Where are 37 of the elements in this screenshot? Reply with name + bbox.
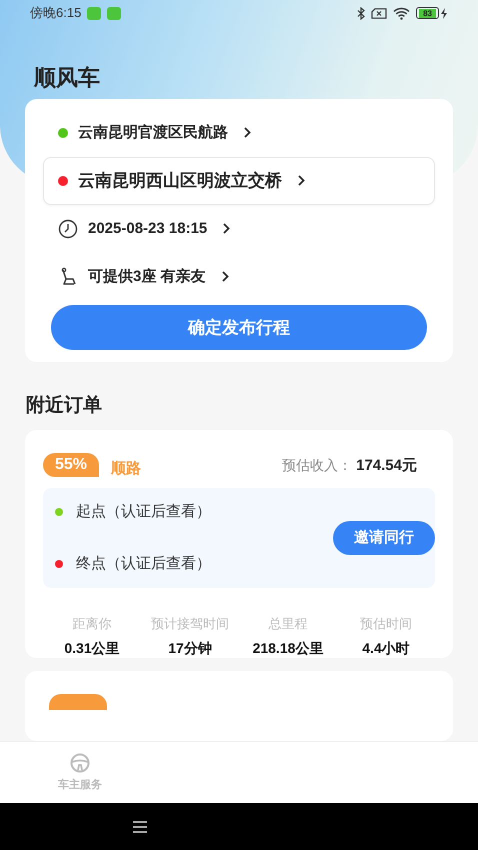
menu-icon[interactable]: [133, 820, 147, 832]
stat-label: 预估时间: [360, 614, 412, 633]
trip-field[interactable]: 云南昆明西山区明波立交桥: [43, 156, 435, 205]
stat-label: 预计接驾时间: [151, 614, 229, 633]
stop-text: 终点（认证后查看）: [76, 554, 211, 574]
clock-icon: [58, 218, 78, 239]
trip-field[interactable]: 可提供3座 有亲友: [43, 252, 435, 301]
bluetooth-icon: [357, 6, 366, 20]
status-time: 傍晚6:15: [30, 4, 82, 22]
section-title: 附近订单: [26, 394, 103, 418]
order-card[interactable]: 55% 顺路 预估收入： 174.54元 起点（认证后查看） 终点（认证后查看） 邀请同行 距离你 0.31公里 预计接驾时间 17分钟 总里程 218.18公里 预估时间 4.4小时: [25, 430, 453, 658]
stat-value: 17分钟: [168, 640, 212, 658]
chevron-icon: [244, 127, 251, 138]
stat-value: 4.4小时: [362, 640, 410, 658]
stop-text: 起点（认证后查看）: [76, 502, 211, 522]
match-label: 顺路: [111, 458, 142, 478]
wifi-icon: [393, 6, 410, 20]
income-label: 预估收入：: [282, 456, 352, 475]
page-title: 顺风车: [34, 64, 101, 92]
income-value: 174.54元: [356, 456, 417, 475]
sim-icon: [371, 8, 388, 19]
stat-value: 218.18公里: [252, 640, 324, 658]
chevron-icon: [223, 223, 230, 234]
stat-value: 0.31公里: [64, 640, 120, 658]
app-notification-icon: [87, 6, 102, 20]
chevron-icon: [298, 175, 305, 186]
chevron-icon: [222, 271, 229, 282]
stat-label: 总里程: [268, 614, 308, 633]
app-notification-icon: [107, 6, 122, 20]
stat-label: 距离你: [72, 614, 112, 633]
publish-button[interactable]: 确定发布行程: [51, 304, 427, 350]
match-badge: [49, 694, 107, 710]
invite-button[interactable]: 邀请同行: [333, 520, 435, 555]
match-badge: 55%: [43, 453, 100, 478]
trip-field[interactable]: 2025-08-23 18:15: [43, 204, 435, 253]
steering-wheel-icon: [69, 753, 91, 773]
trip-field[interactable]: 云南昆明官渡区民航路: [43, 108, 435, 157]
